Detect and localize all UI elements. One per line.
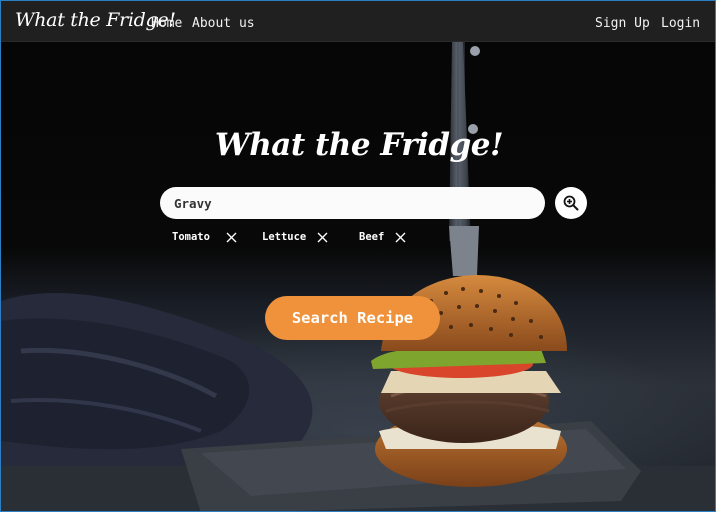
navbar: What the Fridge! Home About us Sign Up L… [1, 1, 715, 42]
ingredient-search-input[interactable] [160, 187, 545, 219]
ingredient-tag-label: Lettuce [262, 231, 307, 243]
remove-ingredient-button[interactable] [394, 231, 406, 243]
burger-photo [1, 41, 715, 511]
search-recipe-button[interactable]: Search Recipe [265, 296, 440, 340]
remove-ingredient-button[interactable] [226, 231, 238, 243]
close-icon [395, 232, 406, 242]
ingredient-tag-label: Beef [359, 231, 385, 243]
hero-background-image [1, 1, 715, 511]
hero-title: What the Fridge! [214, 127, 504, 163]
ingredient-tag: Beef [359, 230, 406, 244]
close-icon [317, 232, 328, 242]
remove-ingredient-button[interactable] [316, 231, 328, 243]
close-icon [226, 232, 237, 242]
nav-signup-link[interactable]: Sign Up [595, 16, 650, 31]
page: What the Fridge! Home About us Sign Up L… [0, 0, 716, 512]
add-ingredient-button[interactable] [555, 187, 587, 219]
ingredient-tag: Lettuce [262, 230, 328, 244]
ingredient-tag: Tomato [172, 230, 238, 244]
nav-about-link[interactable]: About us [192, 16, 255, 31]
ingredient-tag-label: Tomato [172, 231, 210, 243]
zoom-in-icon [563, 195, 579, 211]
nav-login-link[interactable]: Login [661, 16, 700, 31]
nav-home-link[interactable]: Home [151, 16, 182, 31]
